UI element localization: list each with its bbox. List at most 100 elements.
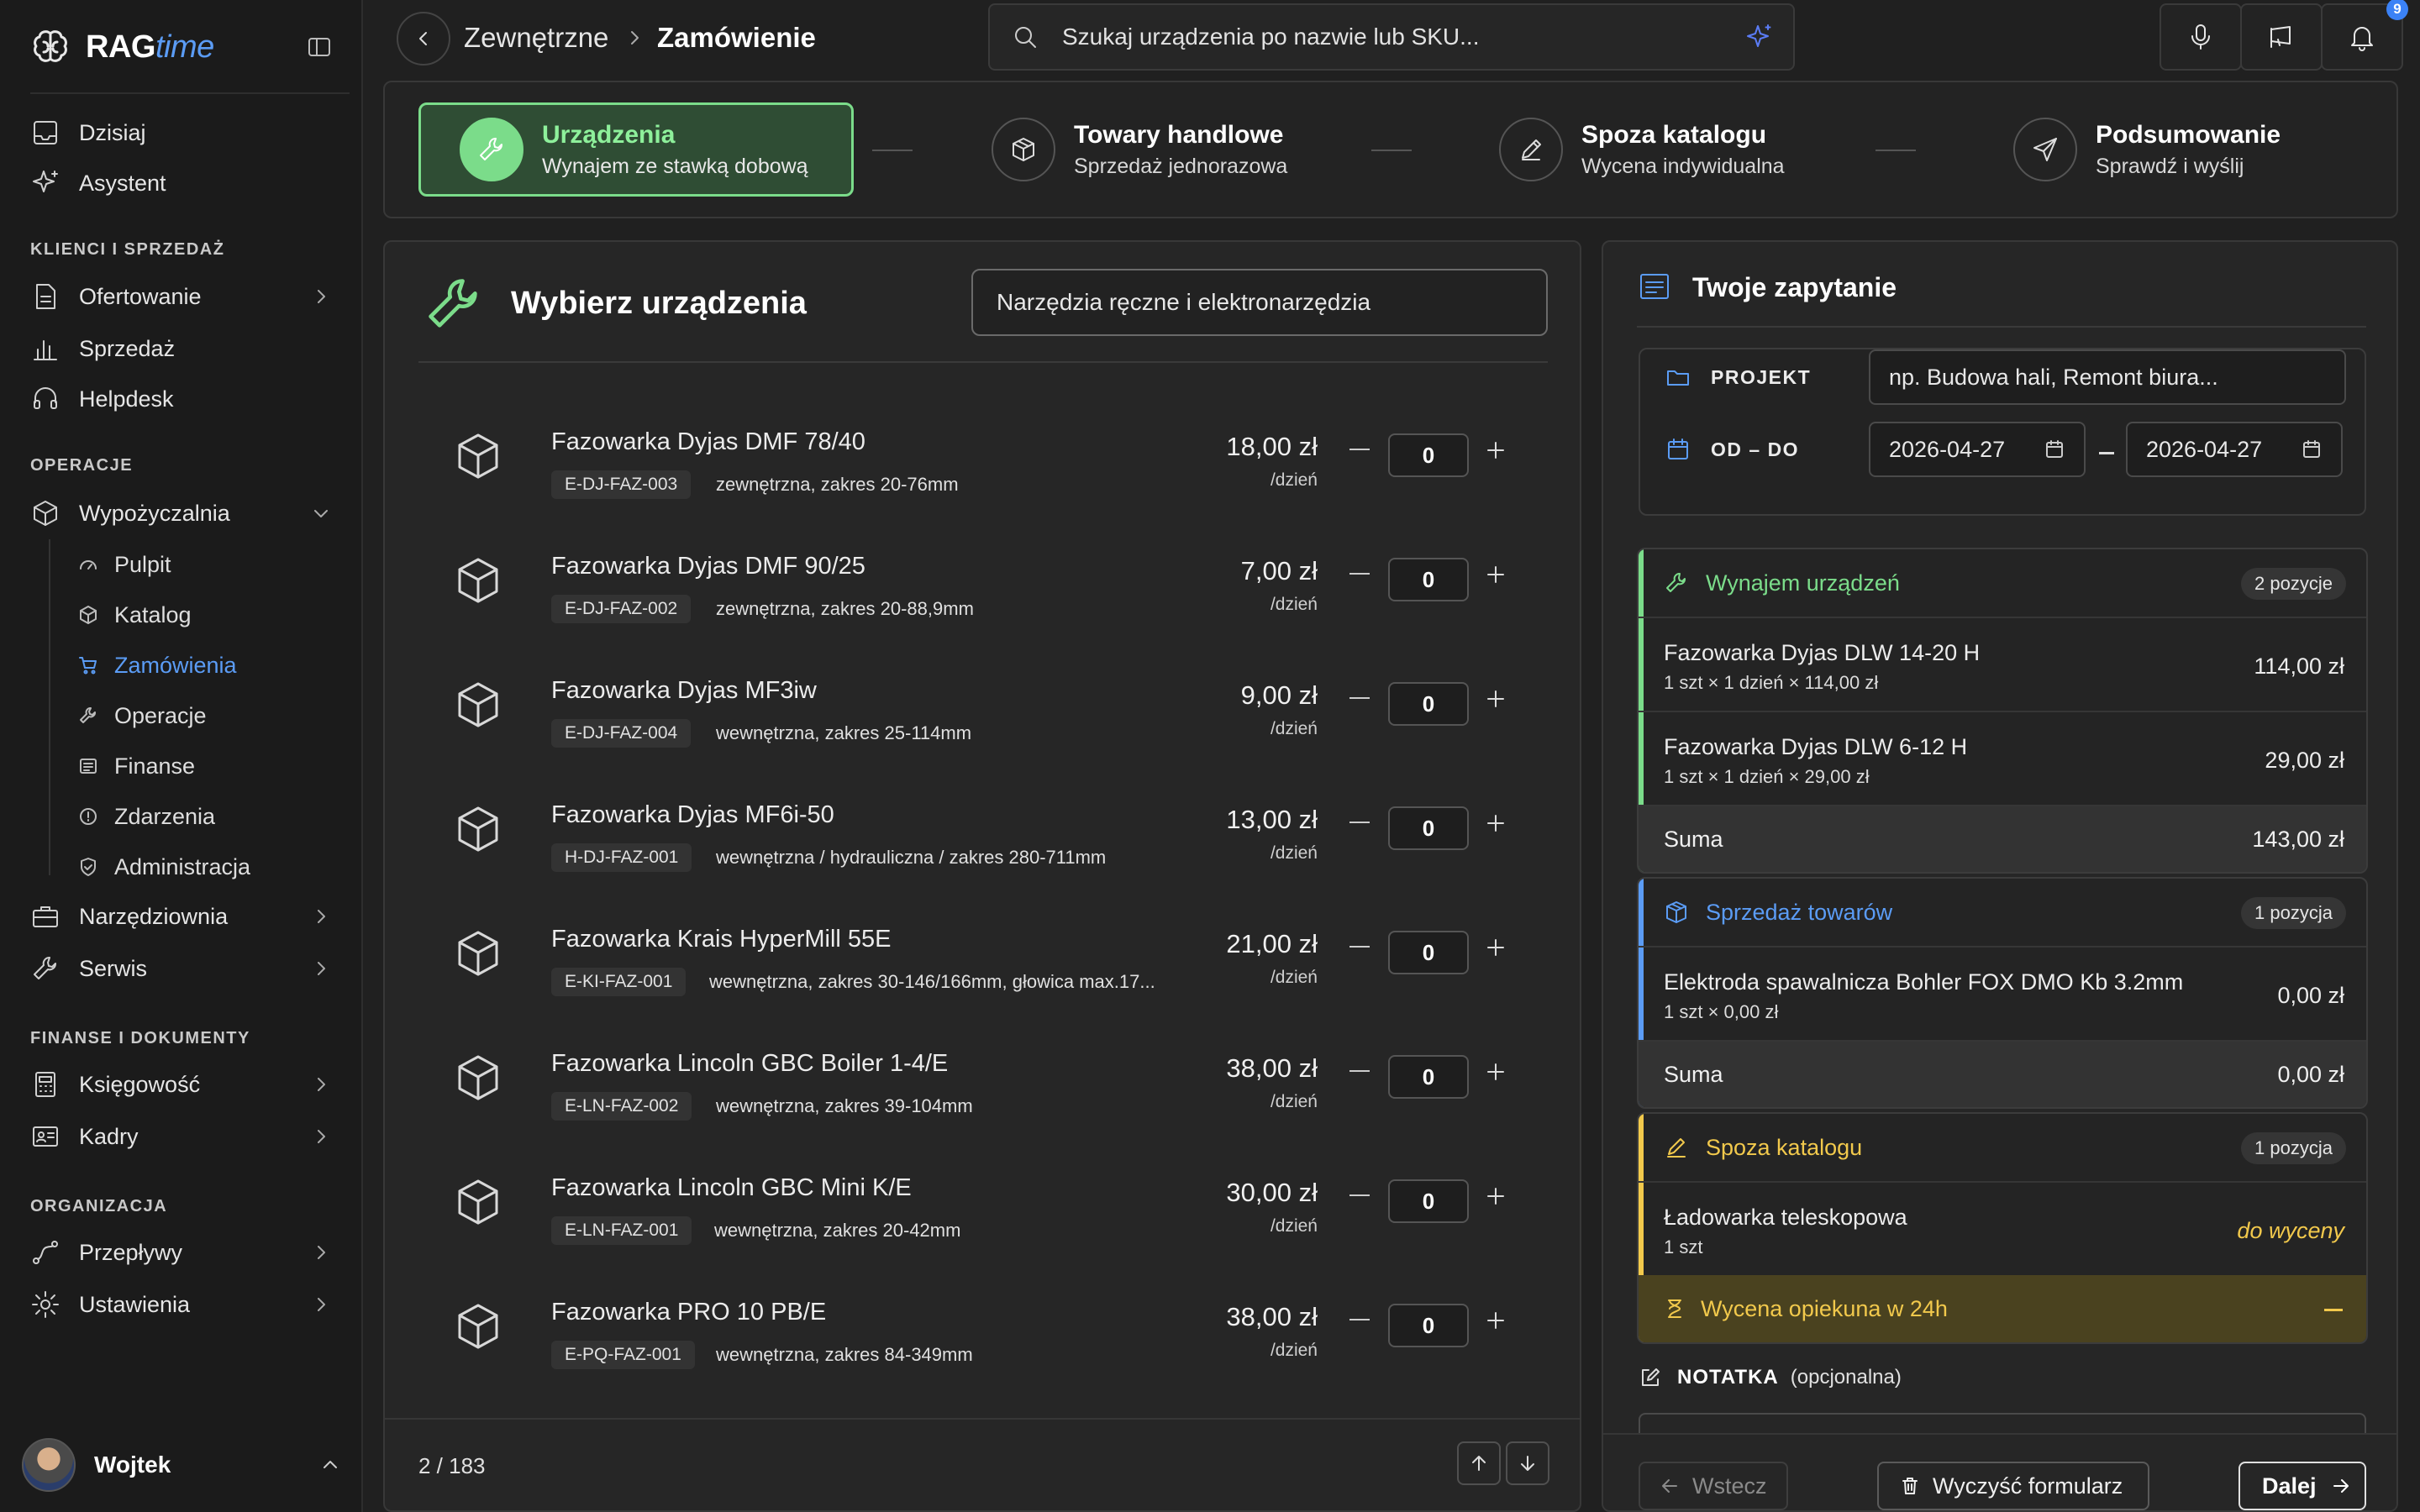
- section-clients: KLIENCI I SPRZEDAŻ: [30, 240, 225, 259]
- step-podsumowanie[interactable]: Podsumowanie Sprawdź i wyślij: [2002, 102, 2281, 197]
- user-menu[interactable]: Wojtek: [22, 1435, 341, 1495]
- toolbox-icon: [33, 906, 58, 927]
- quantity-input[interactable]: 0: [1388, 1055, 1469, 1099]
- sidebar-item-zamowienia[interactable]: Zamówienia: [77, 647, 237, 684]
- increase-quantity-button[interactable]: [1486, 440, 1506, 460]
- increase-quantity-button[interactable]: [1486, 937, 1506, 958]
- back-button[interactable]: [397, 12, 450, 66]
- calendar-icon[interactable]: [2301, 438, 2323, 460]
- product-row[interactable]: Fazowarka Lincoln GBC Boiler 1-4/E E-LN-F…: [418, 1013, 1548, 1137]
- step-spoza-katalogu[interactable]: Spoza katalogu Wycena indywidualna: [1487, 102, 1785, 197]
- nav-label: Kadry: [79, 1123, 139, 1149]
- sidebar-toggle-icon[interactable]: [306, 34, 333, 60]
- sales-section-header: Sprzedaż towarów 1 pozycja: [1639, 879, 2366, 946]
- date-to-input[interactable]: 2026-04-27: [2126, 422, 2343, 477]
- nav-item-asystent[interactable]: Asystent: [30, 163, 333, 203]
- product-row[interactable]: Fazowarka Lincoln GBC Mini K/E E-LN-FAZ-0…: [418, 1137, 1548, 1262]
- quantity-input[interactable]: 0: [1388, 1304, 1469, 1347]
- quantity-input[interactable]: 0: [1388, 558, 1469, 601]
- increase-quantity-button[interactable]: [1486, 813, 1506, 833]
- product-row[interactable]: Fazowarka Dyjas MF3iw E-DJ-FAZ-004 wewnętr…: [418, 640, 1548, 764]
- quantity-input[interactable]: 0: [1388, 1179, 1469, 1223]
- decrease-quantity-button[interactable]: [1349, 573, 1370, 575]
- inquiry-line-item[interactable]: Ładowarka teleskopowa 1 szt do wyceny: [1639, 1181, 2366, 1275]
- quantity-input[interactable]: 0: [1388, 931, 1469, 974]
- step-urzadzenia[interactable]: Urządzenia Wynajem ze stawką dobową: [418, 102, 854, 197]
- product-description: wewnętrzna, zakres 30-146/166mm, głowica…: [709, 971, 1155, 992]
- inquiry-line-item[interactable]: Elektroda spawalnicza Bohler FOX DMO Kb …: [1639, 946, 2366, 1040]
- microphone-button[interactable]: [2160, 3, 2242, 71]
- scroll-up-button[interactable]: [1457, 1441, 1501, 1485]
- sidebar-item-administracja[interactable]: Administracja: [77, 848, 250, 885]
- line-item-detail: 1 szt × 0,00 zł: [1664, 1001, 1779, 1022]
- nav-label: Narzędziownia: [79, 903, 229, 929]
- clear-form-button[interactable]: Wyczyść formularz: [1877, 1462, 2149, 1510]
- step-connector: [1371, 150, 1412, 151]
- sidebar-item-finanse[interactable]: Finanse: [77, 748, 195, 785]
- calendar-icon[interactable]: [2044, 438, 2065, 460]
- search-bar[interactable]: [988, 3, 1795, 71]
- announcements-button[interactable]: [2240, 3, 2323, 71]
- step-towary[interactable]: Towary handlowe Sprzedaż jednorazowa: [980, 102, 1287, 197]
- back-step-button[interactable]: Wstecz: [1639, 1462, 1788, 1510]
- nav-item-ofertowanie[interactable]: Ofertowanie: [30, 276, 333, 317]
- breadcrumb-parent[interactable]: Zewnętrzne: [464, 22, 608, 54]
- nav-item-kadry[interactable]: Kadry: [30, 1116, 333, 1157]
- sidebar-item-operacje[interactable]: Operacje: [77, 697, 207, 734]
- increase-quantity-button[interactable]: [1486, 1310, 1506, 1331]
- sidebar-item-katalog[interactable]: Katalog: [77, 596, 192, 633]
- increase-quantity-button[interactable]: [1486, 564, 1506, 585]
- arrow-down-icon: [1521, 1456, 1534, 1471]
- device-catalog-panel: Wybierz urządzenia Narzędzia ręczne i el…: [383, 240, 1581, 1512]
- increase-quantity-button[interactable]: [1486, 1062, 1506, 1082]
- nav-item-ustawienia[interactable]: Ustawienia: [30, 1284, 333, 1325]
- step-connector: [1876, 150, 1916, 151]
- next-step-button[interactable]: Dalej: [2238, 1462, 2366, 1510]
- decrease-quantity-button[interactable]: [1349, 449, 1370, 450]
- nav-item-ksiegowosc[interactable]: Księgowość: [30, 1064, 333, 1105]
- scroll-down-button[interactable]: [1506, 1441, 1549, 1485]
- nav-item-przeplywy[interactable]: Przepływy: [30, 1232, 333, 1273]
- increase-quantity-button[interactable]: [1486, 1186, 1506, 1206]
- nav-item-dzisiaj[interactable]: Dzisiaj: [30, 113, 333, 153]
- product-row[interactable]: Fazowarka Krais HyperMill 55E E-KI-FAZ-00…: [418, 889, 1548, 1013]
- quantity-input[interactable]: 0: [1388, 682, 1469, 726]
- nav-item-helpdesk[interactable]: Helpdesk: [30, 379, 333, 419]
- product-description: wewnętrzna, zakres 39-104mm: [716, 1095, 973, 1116]
- nav-item-wypozyczalnia[interactable]: Wypożyczalnia: [30, 493, 333, 533]
- quantity-input[interactable]: 0: [1388, 806, 1469, 850]
- product-description: zewnętrzna, zakres 20-76mm: [716, 474, 959, 495]
- product-row[interactable]: Fazowarka Dyjas MF6i-50 H-DJ-FAZ-001 wewnę…: [418, 764, 1548, 889]
- decrease-quantity-button[interactable]: [1349, 1319, 1370, 1320]
- sidebar-item-pulpit[interactable]: Pulpit: [77, 546, 171, 583]
- product-row[interactable]: Fazowarka Dyjas DMF 78/40 E-DJ-FAZ-003 zew…: [418, 391, 1548, 516]
- sidebar: RAGtime Dzisiaj Asystent KLIENCI I SPRZE…: [0, 0, 363, 1512]
- nav-item-narzedziownia[interactable]: Narzędziownia: [30, 896, 333, 937]
- logo[interactable]: RAGtime: [30, 25, 333, 69]
- inquiry-line-item[interactable]: Fazowarka Dyjas DLW 6-12 H 1 szt × 1 dzi…: [1639, 711, 2366, 805]
- shield-icon: [81, 858, 96, 876]
- date-from-input[interactable]: 2026-04-27: [1869, 422, 2086, 477]
- product-price: 30,00 zł: [1226, 1178, 1318, 1207]
- product-sku-badge: E-LN-FAZ-002: [551, 1092, 692, 1121]
- inquiry-line-item[interactable]: Fazowarka Dyjas DLW 14-20 H 1 szt × 1 dz…: [1639, 617, 2366, 711]
- nav-item-sprzedaz[interactable]: Sprzedaż: [30, 328, 333, 369]
- decrease-quantity-button[interactable]: [1349, 697, 1370, 699]
- project-input[interactable]: np. Budowa hali, Remont biura...: [1869, 349, 2346, 405]
- arrow-left-icon: [1662, 1479, 1677, 1493]
- decrease-quantity-button[interactable]: [1349, 946, 1370, 948]
- notifications-button[interactable]: 9: [2321, 0, 2408, 71]
- product-row[interactable]: Fazowarka PRO 10 PB/E E-PQ-FAZ-001 wewnętr…: [418, 1262, 1548, 1386]
- nav-item-serwis[interactable]: Serwis: [30, 948, 333, 989]
- decrease-quantity-button[interactable]: [1349, 1194, 1370, 1196]
- decrease-quantity-button[interactable]: [1349, 1070, 1370, 1072]
- sidebar-item-zdarzenia[interactable]: Zdarzenia: [77, 798, 215, 835]
- quantity-input[interactable]: 0: [1388, 433, 1469, 477]
- ai-sparkle-icon[interactable]: [1744, 23, 1773, 51]
- increase-quantity-button[interactable]: [1486, 689, 1506, 709]
- decrease-quantity-button[interactable]: [1349, 822, 1370, 823]
- search-input[interactable]: [1062, 24, 1718, 50]
- product-row[interactable]: Fazowarka Dyjas DMF 90/25 E-DJ-FAZ-002 zew…: [418, 516, 1548, 640]
- category-filter[interactable]: Narzędzia ręczne i elektronarzędzia: [971, 269, 1548, 336]
- product-sku-badge: E-DJ-FAZ-004: [551, 719, 692, 748]
